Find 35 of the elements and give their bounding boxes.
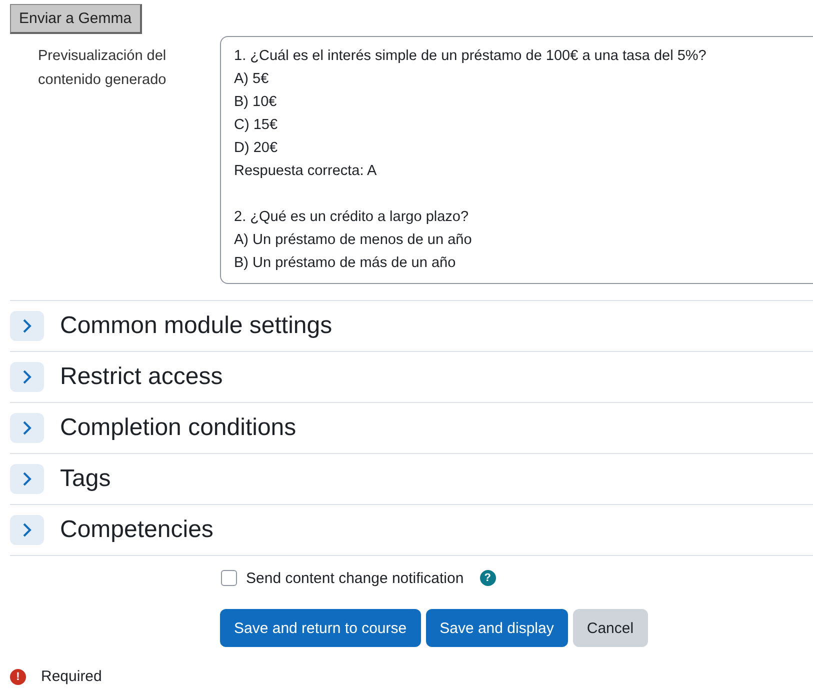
text-line: D) 20€ <box>234 139 279 158</box>
text-line: 1. ¿Cuál es el interés simple de un préstamo de 100€ a una tasa del 5%? <box>234 47 708 66</box>
expand-button[interactable] <box>10 362 44 392</box>
preview-textarea[interactable] <box>220 36 813 284</box>
section-title: Restrict access <box>60 363 223 391</box>
chevron-icon <box>22 421 32 435</box>
chevron-icon <box>22 472 32 486</box>
chevron-icon <box>22 523 32 537</box>
field-label: Previsualización del contenido generado <box>37 47 168 90</box>
section-title: Competencies <box>60 516 214 544</box>
required-icon: ! <box>10 668 26 684</box>
form-button[interactable]: Cancel <box>572 609 648 647</box>
text-line: 2. ¿Qué es un crédito a largo plazo? <box>234 208 470 227</box>
expand-button[interactable] <box>10 311 44 341</box>
text-line: B) Un préstamo de más de un año <box>234 254 457 273</box>
chevron-icon <box>22 370 32 384</box>
section-title: Tags <box>60 465 111 493</box>
expand-button[interactable] <box>10 413 44 443</box>
checkbox[interactable] <box>221 570 237 586</box>
send-button[interactable]: Enviar a Gemma <box>10 4 142 34</box>
expand-button[interactable] <box>10 515 44 545</box>
form-button[interactable]: Save and display <box>426 609 568 647</box>
text-line: C) 15€ <box>234 116 279 135</box>
text-line: Respuesta correcta: A <box>234 162 378 181</box>
text-line: A) 5€ <box>234 70 270 89</box>
form-button[interactable]: Save and return to course <box>220 609 421 647</box>
chevron-icon <box>22 319 32 333</box>
text-line: B) 10€ <box>234 93 278 112</box>
section-title: Common module settings <box>60 312 332 340</box>
required-label: Required <box>41 668 102 685</box>
expand-button[interactable] <box>10 464 44 494</box>
section-title: Completion conditions <box>60 414 296 442</box>
text-line: A) Un préstamo de menos de un año <box>234 231 473 250</box>
help-icon[interactable]: ? <box>480 570 496 586</box>
checkbox-label: Send content change notification <box>246 570 464 586</box>
